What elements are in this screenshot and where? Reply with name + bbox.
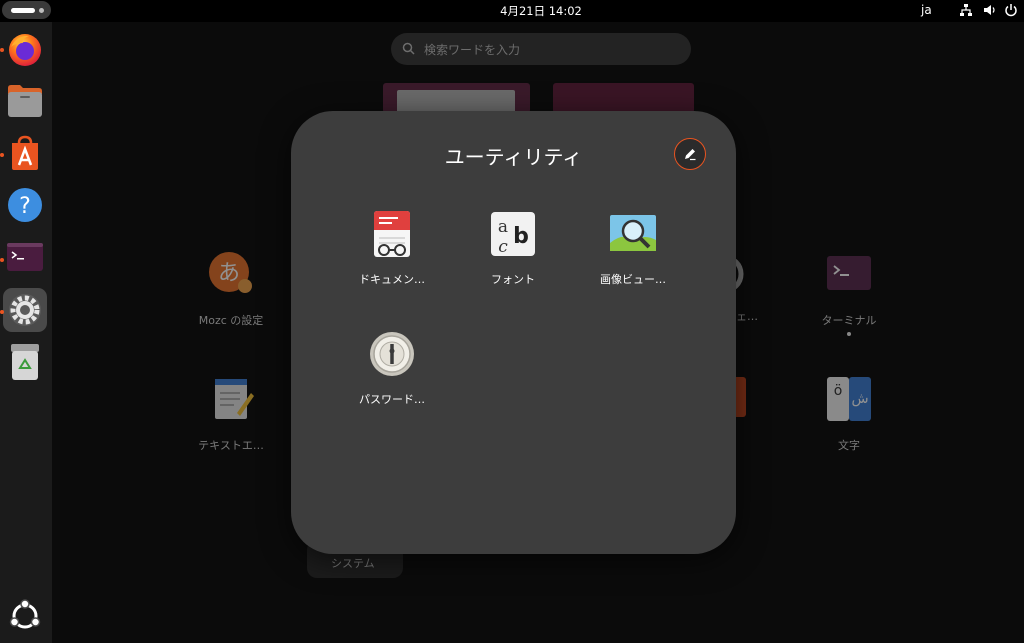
- workspace-thumbnail[interactable]: [553, 83, 694, 113]
- app-label: フォント: [491, 273, 535, 286]
- trash-icon: [11, 344, 39, 380]
- terminal-icon: [7, 243, 43, 271]
- terminal-icon: [827, 256, 871, 290]
- dock-help[interactable]: ?: [3, 183, 47, 227]
- input-language-indicator[interactable]: ja: [921, 3, 932, 17]
- clock[interactable]: 4月21日 14:02: [0, 3, 1024, 19]
- app-image-viewer[interactable]: 画像ビュー…: [578, 210, 688, 287]
- characters-icon: ö ش: [827, 377, 871, 421]
- search-placeholder: 検索ワードを入力: [424, 43, 521, 57]
- running-indicator: [0, 48, 4, 52]
- dock-show-apps[interactable]: [3, 594, 47, 638]
- image-viewer-icon: [610, 215, 656, 251]
- app-fonts[interactable]: a c b フォント: [458, 210, 568, 287]
- svg-text:c: c: [498, 237, 508, 257]
- text-editor-icon: [215, 379, 254, 419]
- folder-icon: [8, 85, 42, 117]
- app-label-partial: ェ…: [736, 310, 758, 323]
- app-label: テキストエ…: [198, 439, 264, 452]
- search-icon: [402, 42, 415, 55]
- app-center-icon: [12, 135, 38, 170]
- mozc-icon: あ: [209, 252, 252, 293]
- workspace-thumbnail[interactable]: [383, 83, 530, 113]
- running-indicator: [0, 310, 4, 314]
- document-viewer-icon: [374, 211, 410, 257]
- top-bar: 4月21日 14:02 ja: [0, 0, 1024, 22]
- gear-icon: [9, 294, 41, 326]
- dock-firefox[interactable]: [3, 27, 47, 71]
- running-indicator: [0, 153, 4, 157]
- passwords-icon: [370, 332, 414, 376]
- app-mozc-settings[interactable]: あ Mozc の設定: [176, 250, 286, 328]
- dock-files[interactable]: [3, 79, 47, 123]
- svg-text:a: a: [498, 217, 508, 237]
- folder-label: システム: [331, 557, 375, 570]
- svg-text:b: b: [513, 224, 529, 249]
- fonts-icon: a c b: [491, 212, 535, 257]
- search-input[interactable]: 検索ワードを入力: [391, 33, 691, 65]
- app-label: ドキュメン…: [359, 273, 425, 286]
- app-label: 文字: [838, 439, 860, 452]
- app-text-editor[interactable]: テキストエ…: [176, 375, 286, 453]
- app-label: ターミナル: [821, 314, 877, 327]
- firefox-icon: [9, 34, 41, 66]
- app-label: Mozc の設定: [198, 314, 264, 327]
- power-icon[interactable]: [1004, 3, 1018, 17]
- rename-folder-button[interactable]: [674, 138, 706, 170]
- app-label: パスワード…: [359, 393, 425, 406]
- network-icon[interactable]: [959, 3, 973, 17]
- app-icon-partial: [736, 377, 746, 417]
- svg-text:ش: ش: [851, 391, 868, 407]
- dock: ?: [0, 22, 52, 643]
- volume-icon[interactable]: [983, 3, 997, 17]
- dock-app-center[interactable]: [3, 131, 47, 175]
- app-terminal[interactable]: ターミナル: [794, 250, 904, 336]
- app-label: 画像ビュー…: [600, 273, 666, 286]
- app-characters[interactable]: ö ش 文字: [794, 375, 904, 453]
- dock-trash[interactable]: [3, 340, 47, 384]
- app-passwords[interactable]: パスワード…: [337, 330, 447, 407]
- folder-title[interactable]: ユーティリティ: [291, 141, 736, 170]
- ubuntu-logo-icon: [9, 599, 41, 629]
- svg-text:?: ?: [19, 194, 31, 219]
- app-document-viewer[interactable]: ドキュメン…: [337, 210, 447, 287]
- dock-terminal[interactable]: [3, 235, 47, 279]
- app-folder-dialog: ユーティリティ ドキュメン… a c b フォント 画像ビュー… パスワード…: [291, 111, 736, 554]
- dock-settings[interactable]: [3, 288, 47, 332]
- running-indicator: [0, 258, 4, 262]
- running-indicator: [847, 332, 851, 336]
- svg-text:ö: ö: [834, 383, 843, 399]
- pencil-icon: [685, 149, 696, 161]
- svg-text:あ: あ: [218, 261, 240, 286]
- help-icon: ?: [8, 188, 42, 222]
